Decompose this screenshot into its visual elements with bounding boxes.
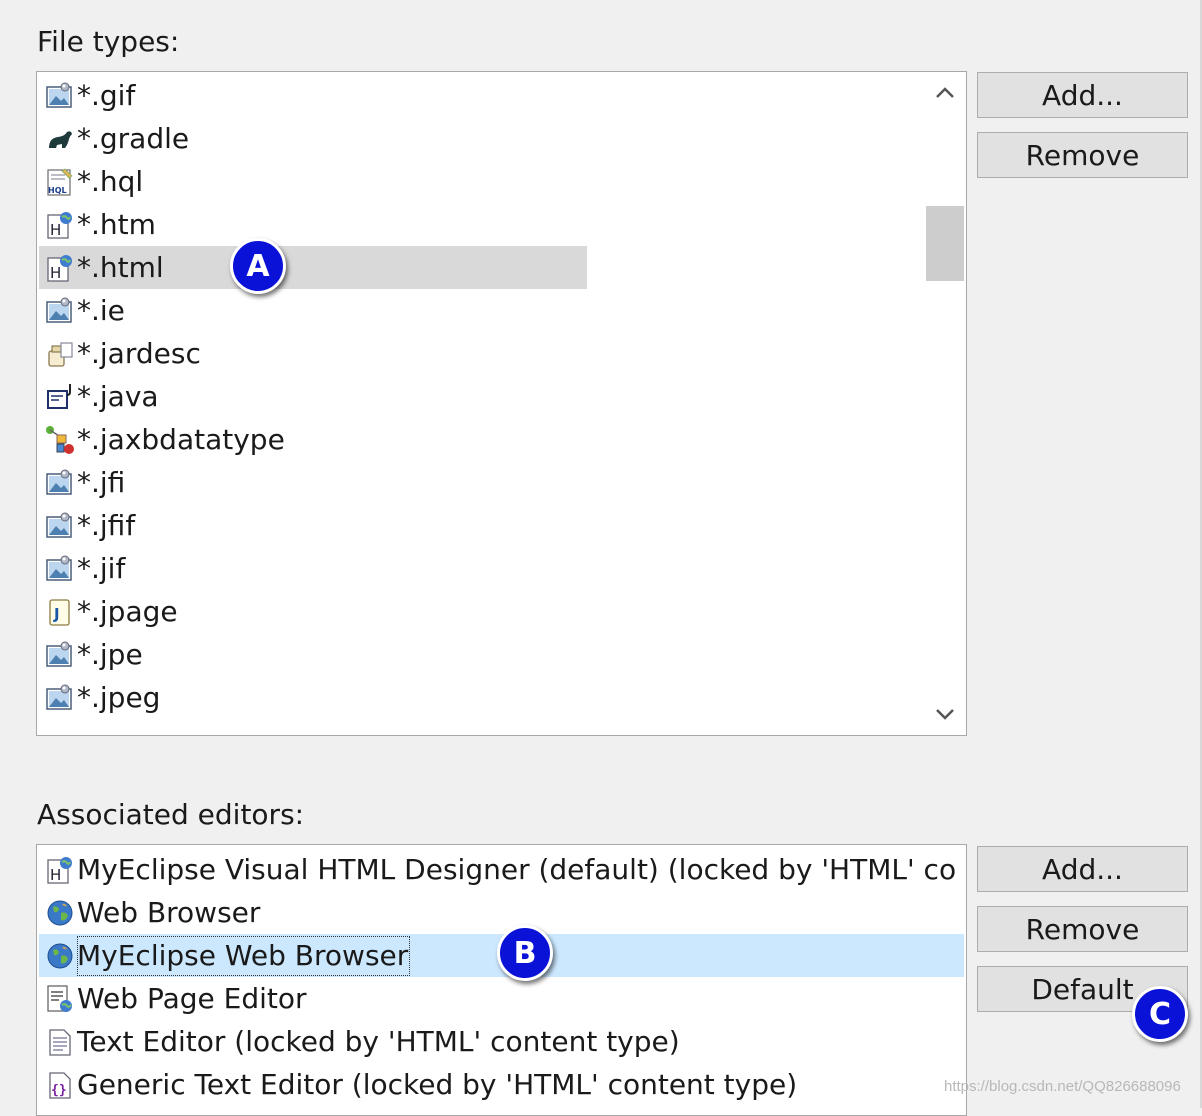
image-file-icon [45, 81, 75, 111]
file-type-row[interactable]: HQL *.hql [39, 160, 143, 203]
hql-file-icon: HQL [45, 167, 75, 197]
image-file-icon [45, 511, 75, 541]
file-type-row[interactable]: *.jfi [39, 461, 125, 504]
file-type-label: *.jfi [77, 465, 126, 499]
file-types-scrollbar[interactable] [924, 72, 966, 735]
file-type-row[interactable]: *.jpeg [39, 676, 160, 719]
gradle-elephant-icon [45, 124, 75, 154]
image-file-icon [45, 554, 75, 584]
file-type-add-button[interactable]: Add... [977, 72, 1188, 118]
callout-badge-c: C [1132, 986, 1188, 1042]
editor-row[interactable]: {} Generic Text Editor (locked by 'HTML' … [39, 1063, 797, 1106]
editor-row[interactable]: Web Page Editor [39, 977, 307, 1020]
globe-icon [45, 898, 75, 928]
editor-label: Generic Text Editor (locked by 'HTML' co… [77, 1067, 798, 1101]
callout-badge-a: A [230, 238, 286, 294]
file-type-row[interactable]: J *.jpage [39, 590, 178, 633]
scroll-up-chevron-icon[interactable] [924, 72, 966, 114]
file-type-label: *.jpeg [77, 680, 161, 714]
editor-label: Web Browser [77, 895, 261, 929]
file-type-label: *.jaxbdatatype [77, 422, 285, 456]
file-types-list[interactable]: *.gif *.gradle HQL *.hql H *.htm H *.html *.ie *.… [36, 71, 967, 736]
watermark: https://blog.csdn.net/QQ826688096 [944, 1078, 1181, 1095]
editor-label: MyEclipse Web Browser [77, 935, 411, 976]
image-file-icon [45, 640, 75, 670]
globe-icon [45, 941, 75, 971]
editor-row[interactable]: Text Editor (locked by 'HTML' content ty… [39, 1020, 680, 1063]
callout-badge-b: B [497, 925, 553, 981]
associated-editors-list[interactable]: H MyEclipse Visual HTML Designer (default… [36, 844, 967, 1116]
file-type-row[interactable]: *.gif [39, 74, 135, 117]
file-type-row[interactable]: *.jpe [39, 633, 143, 676]
java-file-icon [45, 382, 75, 412]
file-type-label: *.jpe [77, 637, 143, 671]
generic-editor-icon: {} [45, 1070, 75, 1100]
file-type-row[interactable]: *.ie [39, 289, 125, 332]
file-type-row[interactable]: *.jfif [39, 504, 135, 547]
svg-text:H: H [50, 866, 61, 884]
file-type-label: *.jpage [77, 594, 178, 628]
scroll-down-chevron-icon[interactable] [924, 693, 966, 735]
svg-text:H: H [50, 264, 61, 282]
svg-text:H: H [50, 221, 61, 239]
editor-label: Text Editor (locked by 'HTML' content ty… [77, 1024, 680, 1058]
html-file-icon: H [45, 253, 75, 283]
jaxb-datatype-icon [45, 425, 75, 455]
file-type-row[interactable]: H *.html [39, 246, 587, 289]
file-type-label: *.html [77, 250, 164, 284]
svg-text:{}: {} [51, 1083, 67, 1098]
file-type-row[interactable]: *.java [39, 375, 159, 418]
file-type-label: *.gradle [77, 121, 190, 155]
file-type-row[interactable]: *.jaxbdatatype [39, 418, 285, 461]
file-type-row[interactable]: *.jif [39, 547, 125, 590]
html-file-icon: H [45, 210, 75, 240]
file-type-row[interactable]: *.jardesc [39, 332, 201, 375]
file-type-label: *.jif [77, 551, 126, 585]
text-file-icon [45, 1027, 75, 1057]
svg-text:J: J [53, 605, 60, 623]
file-type-row[interactable]: H *.htm [39, 203, 156, 246]
file-type-label: *.jfif [77, 508, 136, 542]
jar-description-icon [45, 339, 75, 369]
java-scrapbook-icon: J [45, 597, 75, 627]
file-type-label: *.jardesc [77, 336, 201, 370]
file-types-label: File types: [37, 25, 180, 58]
file-type-label: *.ie [77, 293, 125, 327]
file-type-label: *.hql [77, 164, 144, 198]
image-file-icon [45, 468, 75, 498]
editor-row[interactable]: H MyEclipse Visual HTML Designer (default… [39, 848, 956, 891]
file-type-label: *.java [77, 379, 159, 413]
editor-remove-button[interactable]: Remove [977, 906, 1188, 952]
web-page-editor-icon [45, 984, 75, 1014]
scroll-thumb[interactable] [926, 206, 964, 281]
associated-editors-label: Associated editors: [37, 798, 305, 831]
editor-label: MyEclipse Visual HTML Designer (default)… [77, 852, 957, 886]
file-type-label: *.gif [77, 78, 136, 112]
svg-text:HQL: HQL [48, 186, 67, 195]
html-file-icon: H [45, 855, 75, 885]
editor-add-button[interactable]: Add... [977, 846, 1188, 892]
file-type-label: *.htm [77, 207, 156, 241]
image-file-icon [45, 296, 75, 326]
file-type-remove-button[interactable]: Remove [977, 132, 1188, 178]
editor-row[interactable]: Web Browser [39, 891, 260, 934]
file-type-row[interactable]: *.gradle [39, 117, 189, 160]
editor-label: Web Page Editor [77, 981, 307, 1015]
image-file-icon [45, 683, 75, 713]
